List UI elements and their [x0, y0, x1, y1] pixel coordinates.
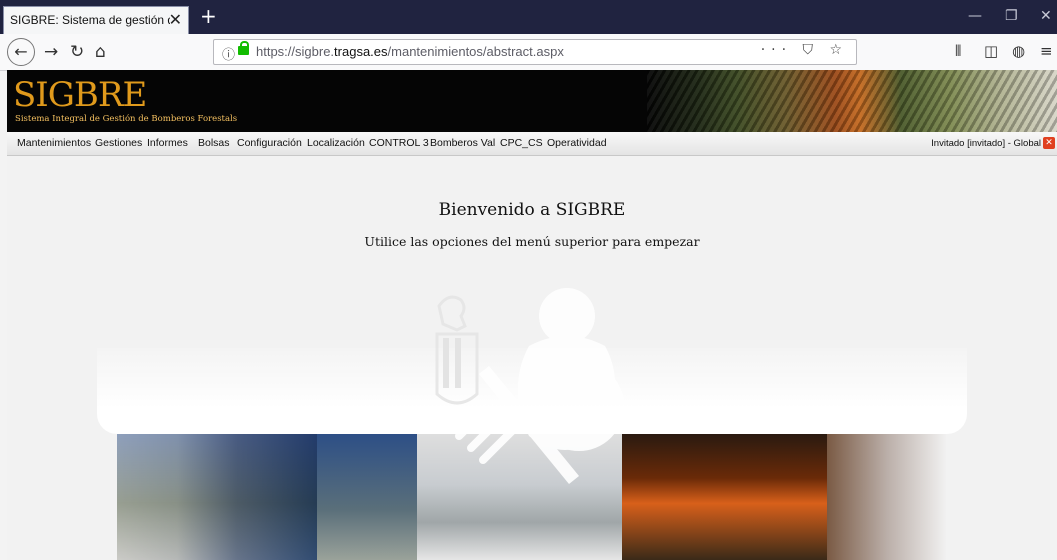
minimize-icon[interactable]: — [968, 8, 982, 24]
window-close-icon[interactable]: ✕ [1040, 8, 1052, 24]
menu-item-bomberos-val[interactable]: Bomberos Val [430, 137, 495, 149]
menu-item-mantenimientos[interactable]: Mantenimientos [17, 137, 91, 149]
url-bar[interactable]: ⓘ https://sigbre.tragsa.es/mantenimiento… [213, 39, 857, 65]
photo-vehicle [827, 434, 947, 560]
menu-item-operatividad[interactable]: Operatividad [547, 137, 607, 149]
sidebar-icon[interactable]: ◫ [984, 42, 998, 60]
menu-icon[interactable]: ≡ [1040, 42, 1053, 60]
browser-tab-strip: SIGBRE: Sistema de gestión de Bom ✕ + — … [0, 0, 1057, 34]
forward-arrow-icon[interactable]: → [44, 42, 58, 62]
menu-item-bolsas[interactable]: Bolsas [198, 137, 230, 149]
tab-close-icon[interactable]: ✕ [169, 10, 182, 29]
new-tab-button[interactable]: + [200, 4, 217, 28]
site-logo[interactable]: SIGBRE [13, 76, 147, 114]
main-content: Bienvenido a SIGBRE Utilice las opciones… [7, 156, 1057, 560]
lock-icon [238, 41, 249, 55]
firefighter-emblem-icon [435, 288, 624, 484]
browser-nav-bar: ← → ↻ ⌂ ⓘ https://sigbre.tragsa.es/mante… [0, 34, 1057, 71]
banner-image [647, 70, 1057, 132]
menu-item-informes[interactable]: Informes [147, 137, 188, 149]
welcome-title: Bienvenido a SIGBRE [438, 200, 626, 220]
info-icon[interactable]: ⓘ [222, 44, 235, 63]
menu-item-cpc-cs[interactable]: CPC_CS [500, 137, 543, 149]
menu-item-control-3[interactable]: CONTROL 3 [369, 137, 429, 149]
restore-icon[interactable]: ❐ [1005, 8, 1018, 24]
photo-helicopter [317, 434, 417, 560]
logout-icon[interactable]: ✕ [1043, 137, 1055, 149]
tab-title: SIGBRE: Sistema de gestión de Bom [10, 13, 170, 27]
site-menu: Mantenimientos Gestiones Informes Bolsas… [7, 132, 1057, 156]
page-actions[interactable]: ··· ⛉ ☆ [761, 42, 848, 58]
browser-tab[interactable]: SIGBRE: Sistema de gestión de Bom ✕ [3, 6, 189, 34]
back-arrow-icon[interactable]: ← [7, 38, 35, 66]
site-banner: SIGBRE Sistema Integral de Gestión de Bo… [7, 70, 1057, 132]
reload-icon[interactable]: ↻ [70, 42, 84, 62]
logo-subtitle: Sistema Integral de Gestión de Bomberos … [15, 114, 238, 124]
menu-item-gestiones[interactable]: Gestiones [95, 137, 142, 149]
photo-firefighters-helicopter [117, 434, 317, 560]
menu-item-configuracion[interactable]: Configuración [237, 137, 302, 149]
library-icon[interactable]: ⫴ [955, 42, 961, 60]
home-icon[interactable]: ⌂ [95, 42, 106, 62]
url-text: https://sigbre.tragsa.es/mantenimientos/… [256, 44, 564, 59]
menu-item-localizacion[interactable]: Localización [307, 137, 365, 149]
extension-icon[interactable]: ◍ [1012, 42, 1025, 60]
welcome-subtitle: Utilice las opciones del menú superior p… [364, 234, 700, 249]
user-info: Invitado [invitado] - Global [931, 138, 1041, 149]
